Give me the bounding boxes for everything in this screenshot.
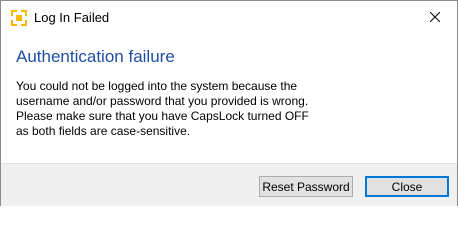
dialog-heading: Authentication failure xyxy=(16,47,175,66)
message-line: username and/or password that you provid… xyxy=(16,94,309,108)
dialog-footer: Reset Password Close xyxy=(1,163,457,206)
message-line: You could not be logged into the system … xyxy=(16,79,298,93)
close-button[interactable]: Close xyxy=(365,176,449,197)
close-window-button[interactable] xyxy=(412,1,457,34)
reset-password-button[interactable]: Reset Password xyxy=(259,176,353,197)
window-title: Log In Failed xyxy=(34,10,110,25)
message-line: as both fields are case-sensitive. xyxy=(16,124,191,138)
app-logo-icon xyxy=(11,10,27,26)
error-message: You could not be logged into the system … xyxy=(16,79,436,139)
message-line: Please make sure that you have CapsLock … xyxy=(16,109,309,123)
dialog-content: Authentication failure You could not be … xyxy=(1,34,457,163)
login-failed-dialog: Log In Failed Authentication failure You… xyxy=(0,0,458,206)
title-bar[interactable]: Log In Failed xyxy=(1,1,457,34)
close-icon xyxy=(429,9,440,27)
